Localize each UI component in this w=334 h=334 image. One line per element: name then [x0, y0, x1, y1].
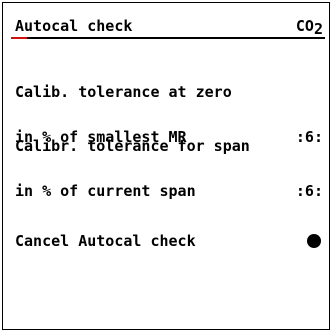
divider-line [27, 37, 325, 39]
divider-accent [11, 37, 27, 39]
gas-symbol: CO [295, 17, 314, 35]
param-line-1: Calib. tolerance at zero [15, 85, 323, 100]
param-label-2: in % of current span [15, 182, 196, 200]
cancel-autocal-check-label: Cancel Autocal check [15, 232, 196, 250]
screen-title: Autocal check [15, 17, 133, 35]
param-label-1: Calibr. tolerance for span [15, 137, 250, 155]
param-value: :6: [295, 182, 323, 200]
param-span-tolerance[interactable]: Calibr. tolerance for span in % of curre… [15, 109, 323, 229]
selection-bullet-icon [307, 234, 321, 248]
header: Autocal check CO2 [11, 15, 323, 38]
gas-subscript: 2 [313, 20, 323, 38]
cancel-autocal-check-item[interactable]: Cancel Autocal check [15, 234, 323, 250]
param-label-1: Calib. tolerance at zero [15, 83, 232, 101]
param-line-1: Calibr. tolerance for span [15, 139, 323, 154]
device-screen: Autocal check CO2 Calib. tolerance at ze… [2, 2, 330, 330]
gas-label: CO2 [296, 17, 323, 38]
header-divider [11, 37, 325, 39]
param-line-2: in % of current span :6: [15, 184, 323, 199]
